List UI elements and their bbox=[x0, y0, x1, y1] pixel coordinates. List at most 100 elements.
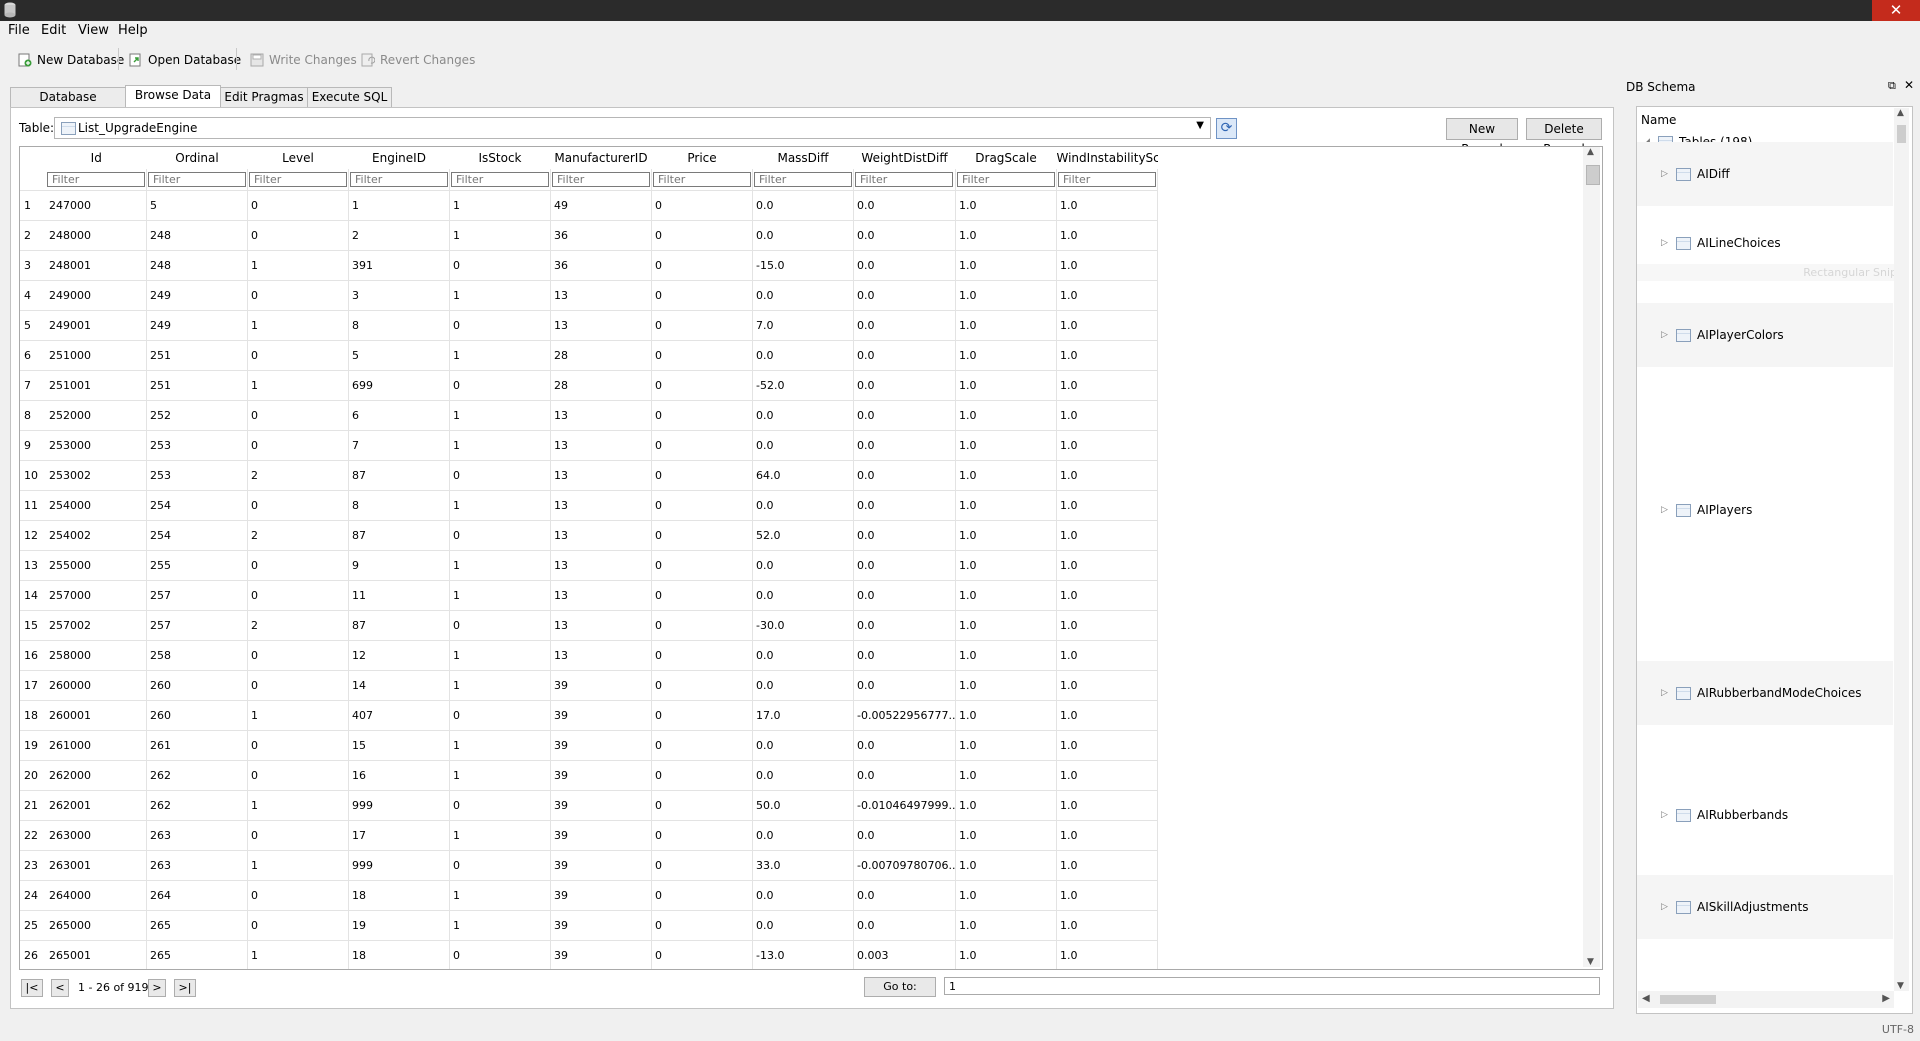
table-cell[interactable]: 19 bbox=[348, 910, 450, 941]
table-cell[interactable]: 1.0 bbox=[955, 910, 1057, 941]
table-cell[interactable]: -52.0 bbox=[752, 370, 854, 401]
table-cell[interactable]: 1 bbox=[449, 400, 551, 431]
collapsed-arrow-icon[interactable]: ▷ bbox=[1661, 902, 1670, 912]
table-cell[interactable]: 0 bbox=[651, 370, 753, 401]
row-number[interactable]: 1 bbox=[20, 190, 46, 221]
table-cell[interactable]: 1 bbox=[449, 430, 551, 461]
row-number[interactable]: 17 bbox=[20, 670, 46, 701]
table-cell[interactable]: 12 bbox=[348, 640, 450, 671]
table-cell[interactable]: 254 bbox=[146, 520, 248, 551]
table-cell[interactable]: 0 bbox=[651, 490, 753, 521]
table-cell[interactable]: 0.0 bbox=[853, 520, 956, 551]
table-cell[interactable]: 0 bbox=[247, 220, 349, 251]
table-cell[interactable]: 0.0 bbox=[752, 550, 854, 581]
column-filter-input[interactable] bbox=[350, 172, 448, 187]
row-number[interactable]: 20 bbox=[20, 760, 46, 791]
table-cell[interactable]: 1 bbox=[449, 490, 551, 521]
table-cell[interactable]: 0 bbox=[449, 940, 551, 969]
tree-item-table[interactable]: ▷ AIPlayers bbox=[1661, 503, 1752, 517]
table-cell[interactable]: 1.0 bbox=[1056, 670, 1158, 701]
table-cell[interactable]: 1 bbox=[247, 310, 349, 341]
table-cell[interactable]: 0.0 bbox=[853, 430, 956, 461]
table-cell[interactable]: 0.0 bbox=[752, 760, 854, 791]
row-number[interactable]: 14 bbox=[20, 580, 46, 611]
new-record-button[interactable]: New Record bbox=[1446, 118, 1518, 156]
row-number[interactable]: 22 bbox=[20, 820, 46, 851]
table-cell[interactable]: 0.0 bbox=[853, 580, 956, 611]
tab-browse-data[interactable]: Browse Data bbox=[125, 85, 221, 108]
table-cell[interactable]: 263000 bbox=[46, 820, 147, 851]
table-cell[interactable]: 0.003 bbox=[853, 940, 956, 969]
table-cell[interactable]: 0 bbox=[449, 520, 551, 551]
table-cell[interactable]: 1.0 bbox=[955, 430, 1057, 461]
table-cell[interactable]: 0 bbox=[651, 670, 753, 701]
open-database-button[interactable]: Open Database bbox=[129, 51, 241, 69]
table-cell[interactable]: 6 bbox=[348, 400, 450, 431]
table-row[interactable]: 20 262000 262 0 16 1 39 0 0.0 0.0 1.0 1.0 bbox=[20, 760, 1158, 791]
table-cell[interactable]: 3 bbox=[348, 280, 450, 311]
scroll-down-icon[interactable]: ▼ bbox=[1897, 981, 1904, 991]
table-cell[interactable]: 14 bbox=[348, 670, 450, 701]
table-cell[interactable]: 2 bbox=[247, 460, 349, 491]
table-cell[interactable]: 0.0 bbox=[853, 370, 956, 401]
table-cell[interactable]: 264000 bbox=[46, 880, 147, 911]
table-cell[interactable]: 18 bbox=[348, 940, 450, 969]
table-cell[interactable]: 1 bbox=[449, 730, 551, 761]
table-cell[interactable]: 1.0 bbox=[955, 700, 1057, 731]
table-cell[interactable]: 0 bbox=[651, 280, 753, 311]
table-cell[interactable]: 0 bbox=[247, 280, 349, 311]
table-cell[interactable]: 253 bbox=[146, 460, 248, 491]
table-row[interactable]: 4 249000 249 0 3 1 13 0 0.0 0.0 1.0 1.0 bbox=[20, 280, 1158, 311]
row-number[interactable]: 12 bbox=[20, 520, 46, 551]
table-cell[interactable]: 0 bbox=[651, 730, 753, 761]
table-cell[interactable]: 254000 bbox=[46, 490, 147, 521]
table-cell[interactable]: 1.0 bbox=[1056, 940, 1158, 969]
table-cell[interactable]: 1.0 bbox=[955, 760, 1057, 791]
table-cell[interactable]: 261 bbox=[146, 730, 248, 761]
table-cell[interactable]: 1 bbox=[449, 910, 551, 941]
table-cell[interactable]: 5 bbox=[146, 190, 248, 221]
table-cell[interactable]: 0 bbox=[651, 820, 753, 851]
table-cell[interactable]: 36 bbox=[550, 250, 652, 281]
table-cell[interactable]: 248000 bbox=[46, 220, 147, 251]
table-cell[interactable]: 1 bbox=[449, 640, 551, 671]
table-cell[interactable]: 0.0 bbox=[752, 580, 854, 611]
table-cell[interactable]: 0 bbox=[247, 910, 349, 941]
scroll-up-icon[interactable]: ▲ bbox=[1897, 108, 1904, 118]
revert-changes-button[interactable]: Revert Changes bbox=[361, 51, 475, 69]
table-cell[interactable]: 0.0 bbox=[752, 880, 854, 911]
table-cell[interactable]: 1 bbox=[449, 670, 551, 701]
table-row[interactable]: 8 252000 252 0 6 1 13 0 0.0 0.0 1.0 1.0 bbox=[20, 400, 1158, 431]
table-cell[interactable]: 1 bbox=[247, 940, 349, 969]
table-cell[interactable]: 39 bbox=[550, 910, 652, 941]
close-dock-icon[interactable]: ✕ bbox=[1904, 78, 1914, 92]
table-cell[interactable]: -0.00522956777... bbox=[853, 700, 956, 731]
row-number[interactable]: 7 bbox=[20, 370, 46, 401]
column-header[interactable]: MassDiff bbox=[753, 147, 854, 169]
table-cell[interactable]: 7.0 bbox=[752, 310, 854, 341]
table-row[interactable]: 7 251001 251 1 699 0 28 0 -52.0 0.0 1.0 1.0 bbox=[20, 370, 1158, 401]
table-cell[interactable]: 262 bbox=[146, 760, 248, 791]
table-cell[interactable]: -13.0 bbox=[752, 940, 854, 969]
table-cell[interactable]: 0.0 bbox=[853, 460, 956, 491]
table-cell[interactable]: 0 bbox=[651, 790, 753, 821]
table-cell[interactable]: 0.0 bbox=[752, 910, 854, 941]
row-number[interactable]: 21 bbox=[20, 790, 46, 821]
table-cell[interactable]: 1.0 bbox=[1056, 820, 1158, 851]
row-number[interactable]: 3 bbox=[20, 250, 46, 281]
table-cell[interactable]: 1.0 bbox=[1056, 700, 1158, 731]
table-cell[interactable]: 0 bbox=[247, 340, 349, 371]
table-cell[interactable]: 1.0 bbox=[955, 610, 1057, 641]
table-cell[interactable]: 36 bbox=[550, 220, 652, 251]
last-page-button[interactable]: >| bbox=[174, 979, 196, 997]
table-cell[interactable]: 1.0 bbox=[1056, 340, 1158, 371]
table-cell[interactable]: 260000 bbox=[46, 670, 147, 701]
table-row[interactable]: 19 261000 261 0 15 1 39 0 0.0 0.0 1.0 1.0 bbox=[20, 730, 1158, 761]
schema-vscroll-thumb[interactable] bbox=[1897, 125, 1906, 143]
table-cell[interactable]: 249 bbox=[146, 280, 248, 311]
row-number[interactable]: 2 bbox=[20, 220, 46, 251]
table-cell[interactable]: 1.0 bbox=[955, 220, 1057, 251]
close-window-button[interactable]: ✕ bbox=[1872, 0, 1920, 21]
grid-scrollbar-thumb[interactable] bbox=[1586, 165, 1600, 185]
table-cell[interactable]: 260 bbox=[146, 700, 248, 731]
